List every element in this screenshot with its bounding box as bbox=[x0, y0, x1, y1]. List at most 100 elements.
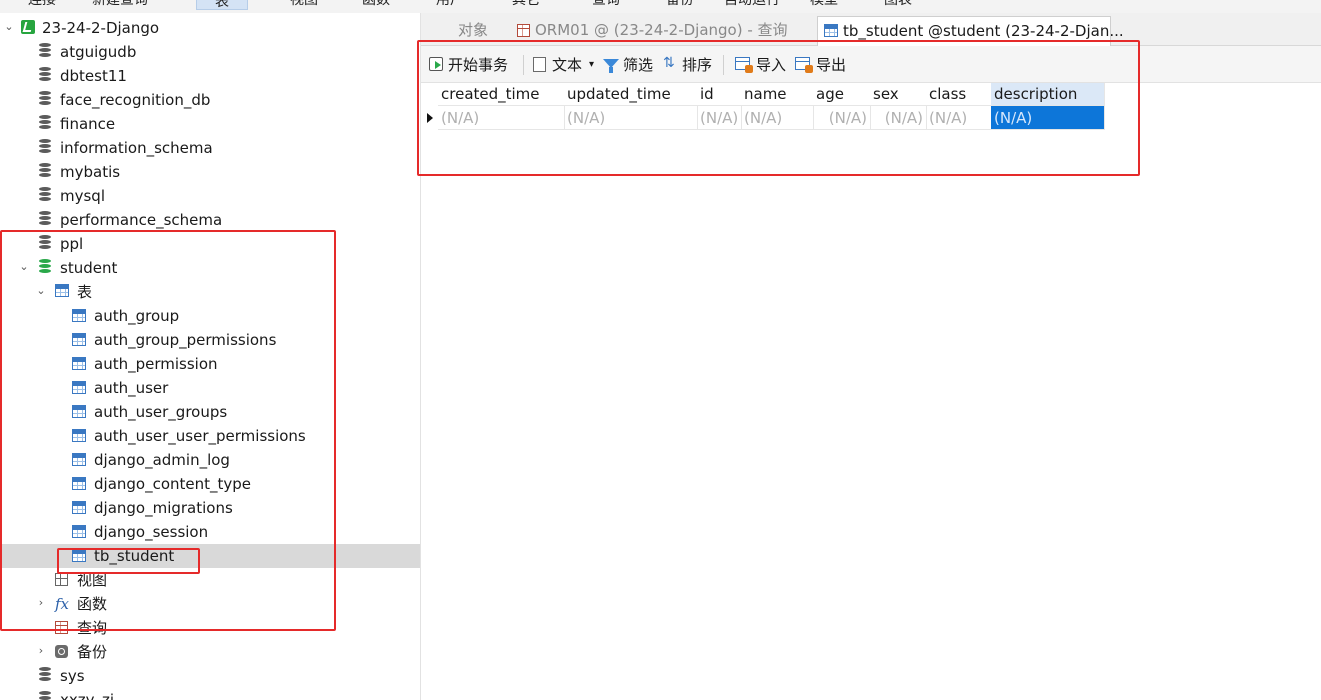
tree-table-auth-user-groups[interactable]: auth_user_groups bbox=[0, 400, 420, 424]
chevron-down-icon[interactable]: ⌄ bbox=[35, 284, 47, 298]
tree-db-dbtest11[interactable]: dbtest11 bbox=[0, 64, 420, 88]
grid-cell-description[interactable]: (N/A) bbox=[991, 106, 1105, 130]
grid-cell-class[interactable]: (N/A) bbox=[926, 106, 992, 130]
grid-cell-created-time[interactable]: (N/A) bbox=[438, 106, 565, 130]
tree-db-information-schema[interactable]: information_schema bbox=[0, 136, 420, 160]
tree-db-finance[interactable]: finance bbox=[0, 112, 420, 136]
tab-query-orm01[interactable]: ORM01 @ (23-24-2-Django) - 查询 bbox=[511, 16, 816, 45]
menu-new-query[interactable]: 新建查询 bbox=[92, 0, 148, 9]
filter-icon bbox=[603, 59, 619, 73]
column-header-name[interactable]: name bbox=[741, 83, 814, 106]
tables-group-label: 表 bbox=[77, 283, 93, 301]
begin-transaction-icon bbox=[429, 57, 443, 71]
table-label: django_migrations bbox=[94, 499, 233, 517]
grid-cell-age[interactable]: (N/A) bbox=[813, 106, 871, 130]
sort-label: 排序 bbox=[682, 56, 713, 74]
column-header-created-time[interactable]: created_time bbox=[438, 83, 565, 106]
tree-table-django-admin-log[interactable]: django_admin_log bbox=[0, 448, 420, 472]
menu-connect[interactable]: 连接 bbox=[28, 0, 56, 9]
tree-table-django-session[interactable]: django_session bbox=[0, 520, 420, 544]
menu-other[interactable]: 其它 bbox=[512, 0, 540, 9]
tree-db-atguigudb[interactable]: atguigudb bbox=[0, 40, 420, 64]
chevron-right-icon[interactable]: › bbox=[35, 596, 47, 610]
database-label: atguigudb bbox=[60, 43, 137, 61]
view-icon bbox=[55, 573, 68, 586]
begin-transaction-button[interactable]: 开始事务 bbox=[429, 54, 521, 76]
tree-table-auth-group-permissions[interactable]: auth_group_permissions bbox=[0, 328, 420, 352]
tree-group-tables[interactable]: ⌄ 表 bbox=[0, 280, 420, 304]
chevron-down-icon[interactable]: ▾ bbox=[589, 54, 594, 76]
table-label: auth_group_permissions bbox=[94, 331, 277, 349]
tree-table-tb-student[interactable]: tb_student bbox=[0, 544, 420, 568]
tree-db-ppl[interactable]: ppl bbox=[0, 232, 420, 256]
menu-automation[interactable]: 自动运行 bbox=[724, 0, 780, 9]
sort-button[interactable]: ⇅ 排序 bbox=[663, 54, 717, 76]
toolbar-divider bbox=[523, 55, 524, 75]
export-button[interactable]: 导出 bbox=[795, 54, 849, 76]
column-header-description[interactable]: description bbox=[991, 83, 1105, 106]
tab-table-tb-student[interactable]: tb_student @student (23-24-2-Djan... bbox=[817, 16, 1124, 46]
main-toolbar: 连接 新建查询 表 视图 函数 用户 其它 查询 备份 自动运行 模型 图表 bbox=[0, 0, 1321, 13]
filter-button[interactable]: 筛选 bbox=[603, 54, 657, 76]
table-icon bbox=[72, 549, 86, 562]
grid-cell-sex[interactable]: (N/A) bbox=[870, 106, 927, 130]
grid-cell-id[interactable]: (N/A) bbox=[697, 106, 742, 130]
tree-db-student[interactable]: ⌄ student bbox=[0, 256, 420, 280]
database-label: mysql bbox=[60, 187, 105, 205]
table-label: django_content_type bbox=[94, 475, 252, 493]
column-header-class[interactable]: class bbox=[926, 83, 992, 106]
tree-table-auth-user-user-permissions[interactable]: auth_user_user_permissions bbox=[0, 424, 420, 448]
tree-table-auth-permission[interactable]: auth_permission bbox=[0, 352, 420, 376]
chevron-down-icon[interactable]: ⌄ bbox=[3, 20, 15, 34]
column-header-id[interactable]: id bbox=[697, 83, 742, 106]
tree-group-backups[interactable]: › 备份 bbox=[0, 640, 420, 664]
tree-group-views[interactable]: 视图 bbox=[0, 568, 420, 592]
tree-group-functions[interactable]: › fx 函数 bbox=[0, 592, 420, 616]
menu-backup[interactable]: 备份 bbox=[666, 0, 694, 9]
tree-connection[interactable]: ⌄ 23-24-2-Django bbox=[0, 16, 420, 40]
tree-db-xxzy-zj[interactable]: xxzy_zj bbox=[0, 688, 420, 700]
tree-table-auth-group[interactable]: auth_group bbox=[0, 304, 420, 328]
menu-view[interactable]: 视图 bbox=[290, 0, 318, 9]
column-header-age[interactable]: age bbox=[813, 83, 871, 106]
menu-function[interactable]: 函数 bbox=[362, 0, 390, 9]
menu-user[interactable]: 用户 bbox=[436, 0, 464, 9]
function-icon: fx bbox=[55, 595, 70, 613]
tree-db-mysql[interactable]: mysql bbox=[0, 184, 420, 208]
menu-model[interactable]: 模型 bbox=[810, 0, 838, 9]
current-row-indicator-icon bbox=[427, 113, 433, 123]
import-button[interactable]: 导入 bbox=[735, 54, 789, 76]
sort-icon: ⇅ bbox=[663, 55, 675, 71]
tree-table-django-content-type[interactable]: django_content_type bbox=[0, 472, 420, 496]
menu-table[interactable]: 表 bbox=[196, 0, 248, 10]
tree-table-django-migrations[interactable]: django_migrations bbox=[0, 496, 420, 520]
menu-chart[interactable]: 图表 bbox=[884, 0, 912, 9]
tree-db-sys[interactable]: sys bbox=[0, 664, 420, 688]
table-icon bbox=[72, 453, 86, 466]
text-view-button[interactable]: 文本 ▾ bbox=[533, 54, 599, 76]
column-header-sex[interactable]: sex bbox=[870, 83, 927, 106]
database-label: performance_schema bbox=[60, 211, 223, 229]
tree-db-face-recognition-db[interactable]: face_recognition_db bbox=[0, 88, 420, 112]
chevron-down-icon[interactable]: ⌄ bbox=[18, 260, 30, 274]
column-header-updated-time[interactable]: updated_time bbox=[564, 83, 698, 106]
tree-db-mybatis[interactable]: mybatis bbox=[0, 160, 420, 184]
table-icon bbox=[72, 477, 86, 490]
grid-cell-name[interactable]: (N/A) bbox=[741, 106, 814, 130]
tree-table-auth-user[interactable]: auth_user bbox=[0, 376, 420, 400]
chevron-right-icon[interactable]: › bbox=[35, 644, 47, 658]
database-icon bbox=[38, 235, 54, 251]
table-icon bbox=[72, 381, 86, 394]
tree-group-queries[interactable]: 查询 bbox=[0, 616, 420, 640]
menu-query[interactable]: 查询 bbox=[592, 0, 620, 9]
text-view-label: 文本 bbox=[552, 56, 583, 74]
tab-objects[interactable]: 对象 bbox=[435, 16, 511, 45]
database-icon bbox=[38, 91, 54, 107]
grid-cell-updated-time[interactable]: (N/A) bbox=[564, 106, 698, 130]
table-label: auth_user bbox=[94, 379, 169, 397]
table-icon bbox=[824, 24, 838, 37]
table-label: auth_group bbox=[94, 307, 180, 325]
tab-label: tb_student @student (23-24-2-Djan... bbox=[843, 22, 1124, 40]
tree-db-performance-schema[interactable]: performance_schema bbox=[0, 208, 420, 232]
table-icon bbox=[72, 309, 86, 322]
